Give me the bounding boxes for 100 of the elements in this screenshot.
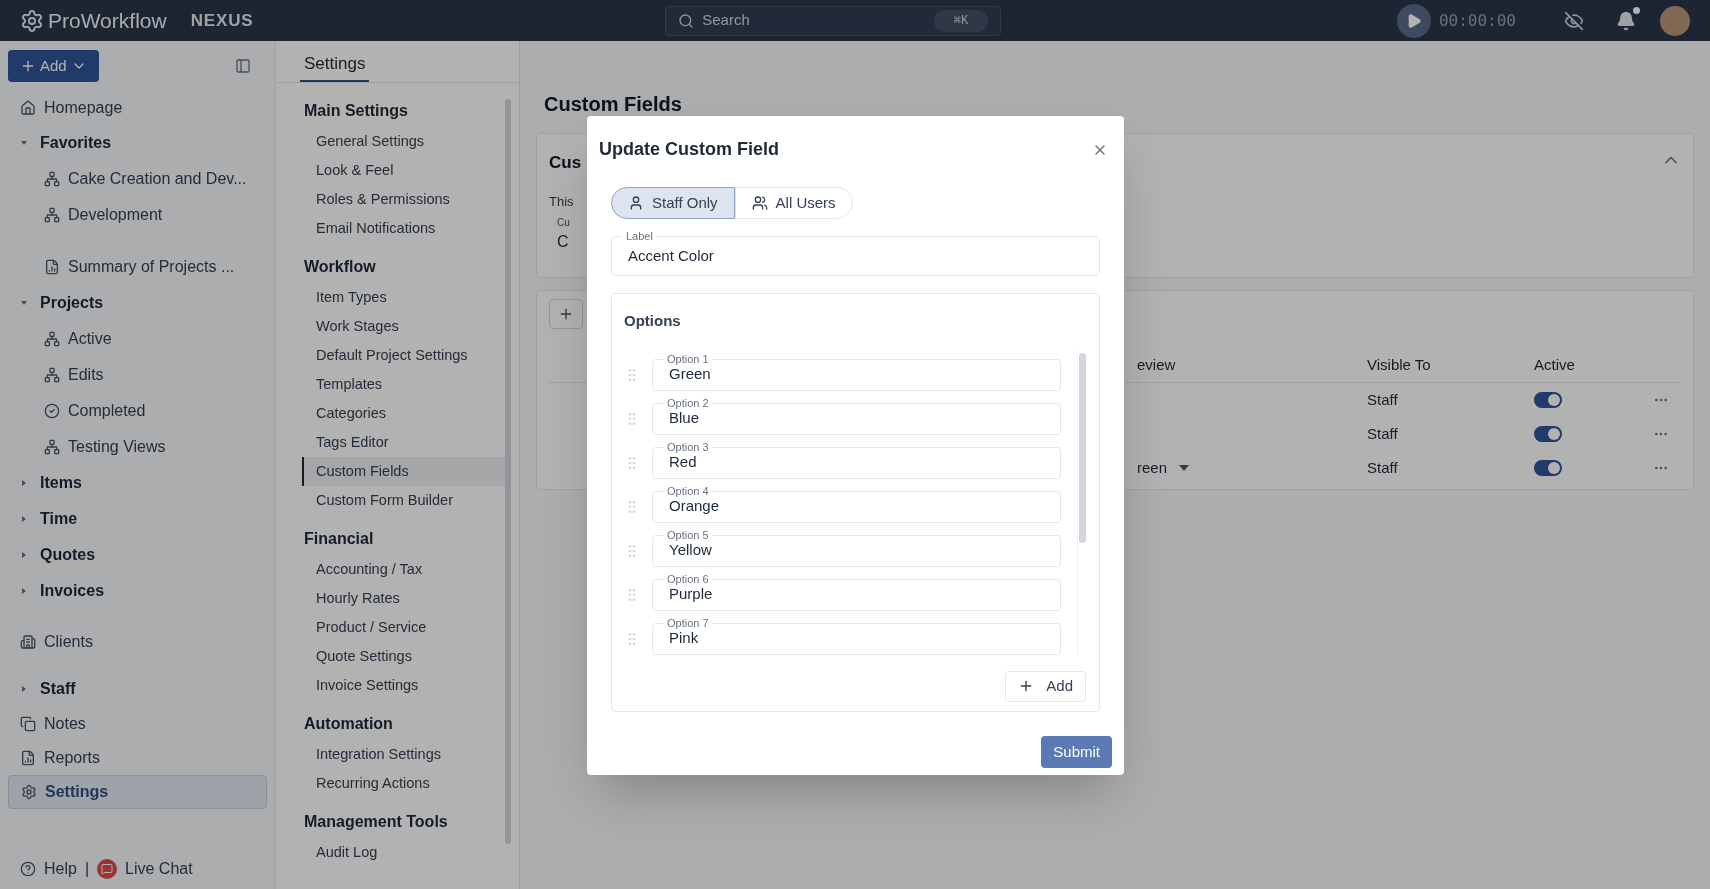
page-heading: Custom Fields	[543, 92, 682, 117]
settings-nav-item[interactable]: Default Project Settings	[302, 341, 505, 370]
help-icon	[20, 861, 36, 877]
sidebar-item[interactable]: Edits	[8, 357, 267, 393]
sidebar-item[interactable]: Summary of Projects ...	[8, 249, 267, 285]
settings-nav-item[interactable]: Quote Settings	[302, 642, 505, 671]
settings-nav-item[interactable]: Categories	[302, 399, 505, 428]
dialog-title: Update Custom Field	[599, 138, 779, 161]
settings-nav-item[interactable]: Look & Feel	[302, 156, 505, 185]
nodes-icon	[44, 367, 60, 383]
preview-select[interactable]: reen	[1137, 456, 1190, 480]
settings-nav-item[interactable]: Recurring Actions	[302, 769, 505, 798]
caret-icon	[20, 551, 28, 559]
settings-nav-item[interactable]: Roles & Permissions	[302, 185, 505, 214]
section-heading: Automation	[303, 714, 394, 734]
sidebar-group[interactable]: Projects	[8, 285, 267, 321]
settings-nav-item[interactable]: Custom Fields	[302, 457, 505, 486]
plus-icon	[20, 58, 36, 74]
column-header: Active	[1534, 355, 1576, 376]
sidebar-item[interactable]: Reports	[8, 741, 267, 775]
settings-nav-item[interactable]: Custom Form Builder	[302, 486, 505, 515]
sidebar-item[interactable]: Homepage	[8, 91, 267, 125]
search-field[interactable]: Search ⌘K	[665, 5, 1002, 36]
settings-nav-item[interactable]: Templates	[302, 370, 505, 399]
table-cell-text: Staff	[1367, 457, 1399, 478]
sidebar-item[interactable]: Completed	[8, 393, 267, 429]
visibility-toggle[interactable]: Staff Only	[611, 187, 735, 219]
logo-icon	[20, 8, 44, 33]
sidebar-item[interactable]: Active	[8, 321, 267, 357]
caret-icon	[20, 515, 28, 523]
check-circle-icon	[44, 403, 60, 419]
sidebar-item[interactable]: Clients	[8, 625, 267, 659]
settings-nav-item[interactable]: General Settings	[302, 127, 505, 156]
add-option-button[interactable]: Add	[1005, 670, 1086, 702]
table-cell-text: Staff	[1367, 423, 1399, 444]
separator: |	[84, 859, 90, 879]
active-toggle[interactable]	[1534, 460, 1562, 476]
nodes-icon	[44, 171, 60, 187]
scrollbar-thumb[interactable]	[1079, 352, 1086, 543]
user-icon	[628, 195, 644, 211]
live-chat-link[interactable]: Live Chat	[125, 857, 193, 881]
sidebar-group[interactable]: Favorites	[8, 125, 267, 161]
sidebar-item[interactable]: Development	[8, 197, 267, 233]
settings-nav-item[interactable]: Hourly Rates	[302, 584, 505, 613]
notes-icon	[20, 716, 36, 732]
section-heading: Main Settings	[303, 101, 409, 121]
nodes-icon	[44, 207, 60, 223]
sidebar-item[interactable]: Settings	[8, 775, 267, 809]
settings-nav-item[interactable]: Audit Log	[302, 838, 505, 867]
settings-nav-item[interactable]: Work Stages	[302, 312, 505, 341]
visibility-toggle[interactable]: All Users	[734, 187, 853, 219]
settings-tab[interactable]: Settings	[300, 50, 370, 82]
collapse-sidebar-icon[interactable]	[235, 58, 251, 74]
play-button[interactable]	[1396, 3, 1431, 38]
sidebar-group[interactable]: Time	[8, 501, 267, 537]
caret-icon	[20, 685, 28, 693]
report-icon	[44, 259, 60, 275]
section-heading: Financial	[303, 529, 375, 549]
sidebar-group[interactable]: Quotes	[8, 537, 267, 573]
table-cell-text: Staff	[1367, 389, 1399, 410]
settings-nav-item[interactable]: Accounting / Tax	[302, 555, 505, 584]
field-value: C	[556, 232, 569, 252]
settings-icon	[21, 784, 37, 800]
eye-off-icon[interactable]	[1564, 10, 1584, 31]
chat-icon	[97, 859, 118, 879]
timer: 00:00:00	[1438, 9, 1516, 32]
active-toggle[interactable]	[1534, 392, 1562, 408]
caret-icon	[20, 299, 28, 307]
sidebar-item[interactable]: Cake Creation and Dev...	[8, 161, 267, 197]
section-heading: Management Tools	[303, 812, 449, 832]
submit-button[interactable]: Submit	[1041, 736, 1112, 768]
settings-nav-item[interactable]: Item Types	[302, 283, 505, 312]
help-link[interactable]: Help	[44, 857, 77, 881]
building-icon	[20, 634, 36, 650]
settings-nav-item[interactable]: Product / Service	[302, 613, 505, 642]
users-icon	[751, 195, 768, 211]
brand-name: ProWorkflow	[48, 7, 167, 34]
product-name: NEXUS	[190, 9, 254, 32]
search-icon	[678, 12, 695, 29]
avatar[interactable]	[1660, 5, 1690, 36]
active-toggle[interactable]	[1534, 426, 1562, 442]
add-row-button[interactable]	[549, 299, 583, 329]
caret-icon	[20, 139, 28, 147]
sidebar-group[interactable]: Staff	[8, 671, 267, 707]
shortcut-hint: ⌘K	[933, 9, 989, 32]
settings-nav-item[interactable]: Integration Settings	[302, 740, 505, 769]
options-heading: Options	[624, 311, 682, 331]
caret-icon	[20, 479, 28, 487]
add-button[interactable]: Add	[8, 50, 99, 82]
sidebar-group[interactable]: Invoices	[8, 573, 267, 609]
caret-icon	[1179, 465, 1190, 471]
settings-nav-item[interactable]: Tags Editor	[302, 428, 505, 457]
sidebar-group[interactable]: Items	[8, 465, 267, 501]
settings-nav-item[interactable]: Invoice Settings	[302, 671, 505, 700]
sidebar-item[interactable]: Testing Views	[8, 429, 267, 465]
sidebar-item[interactable]: Notes	[8, 707, 267, 741]
report-icon	[20, 750, 36, 766]
column-header: eview	[1137, 355, 1177, 376]
settings-nav-item[interactable]: Email Notifications	[302, 214, 505, 243]
home-icon	[20, 100, 36, 116]
